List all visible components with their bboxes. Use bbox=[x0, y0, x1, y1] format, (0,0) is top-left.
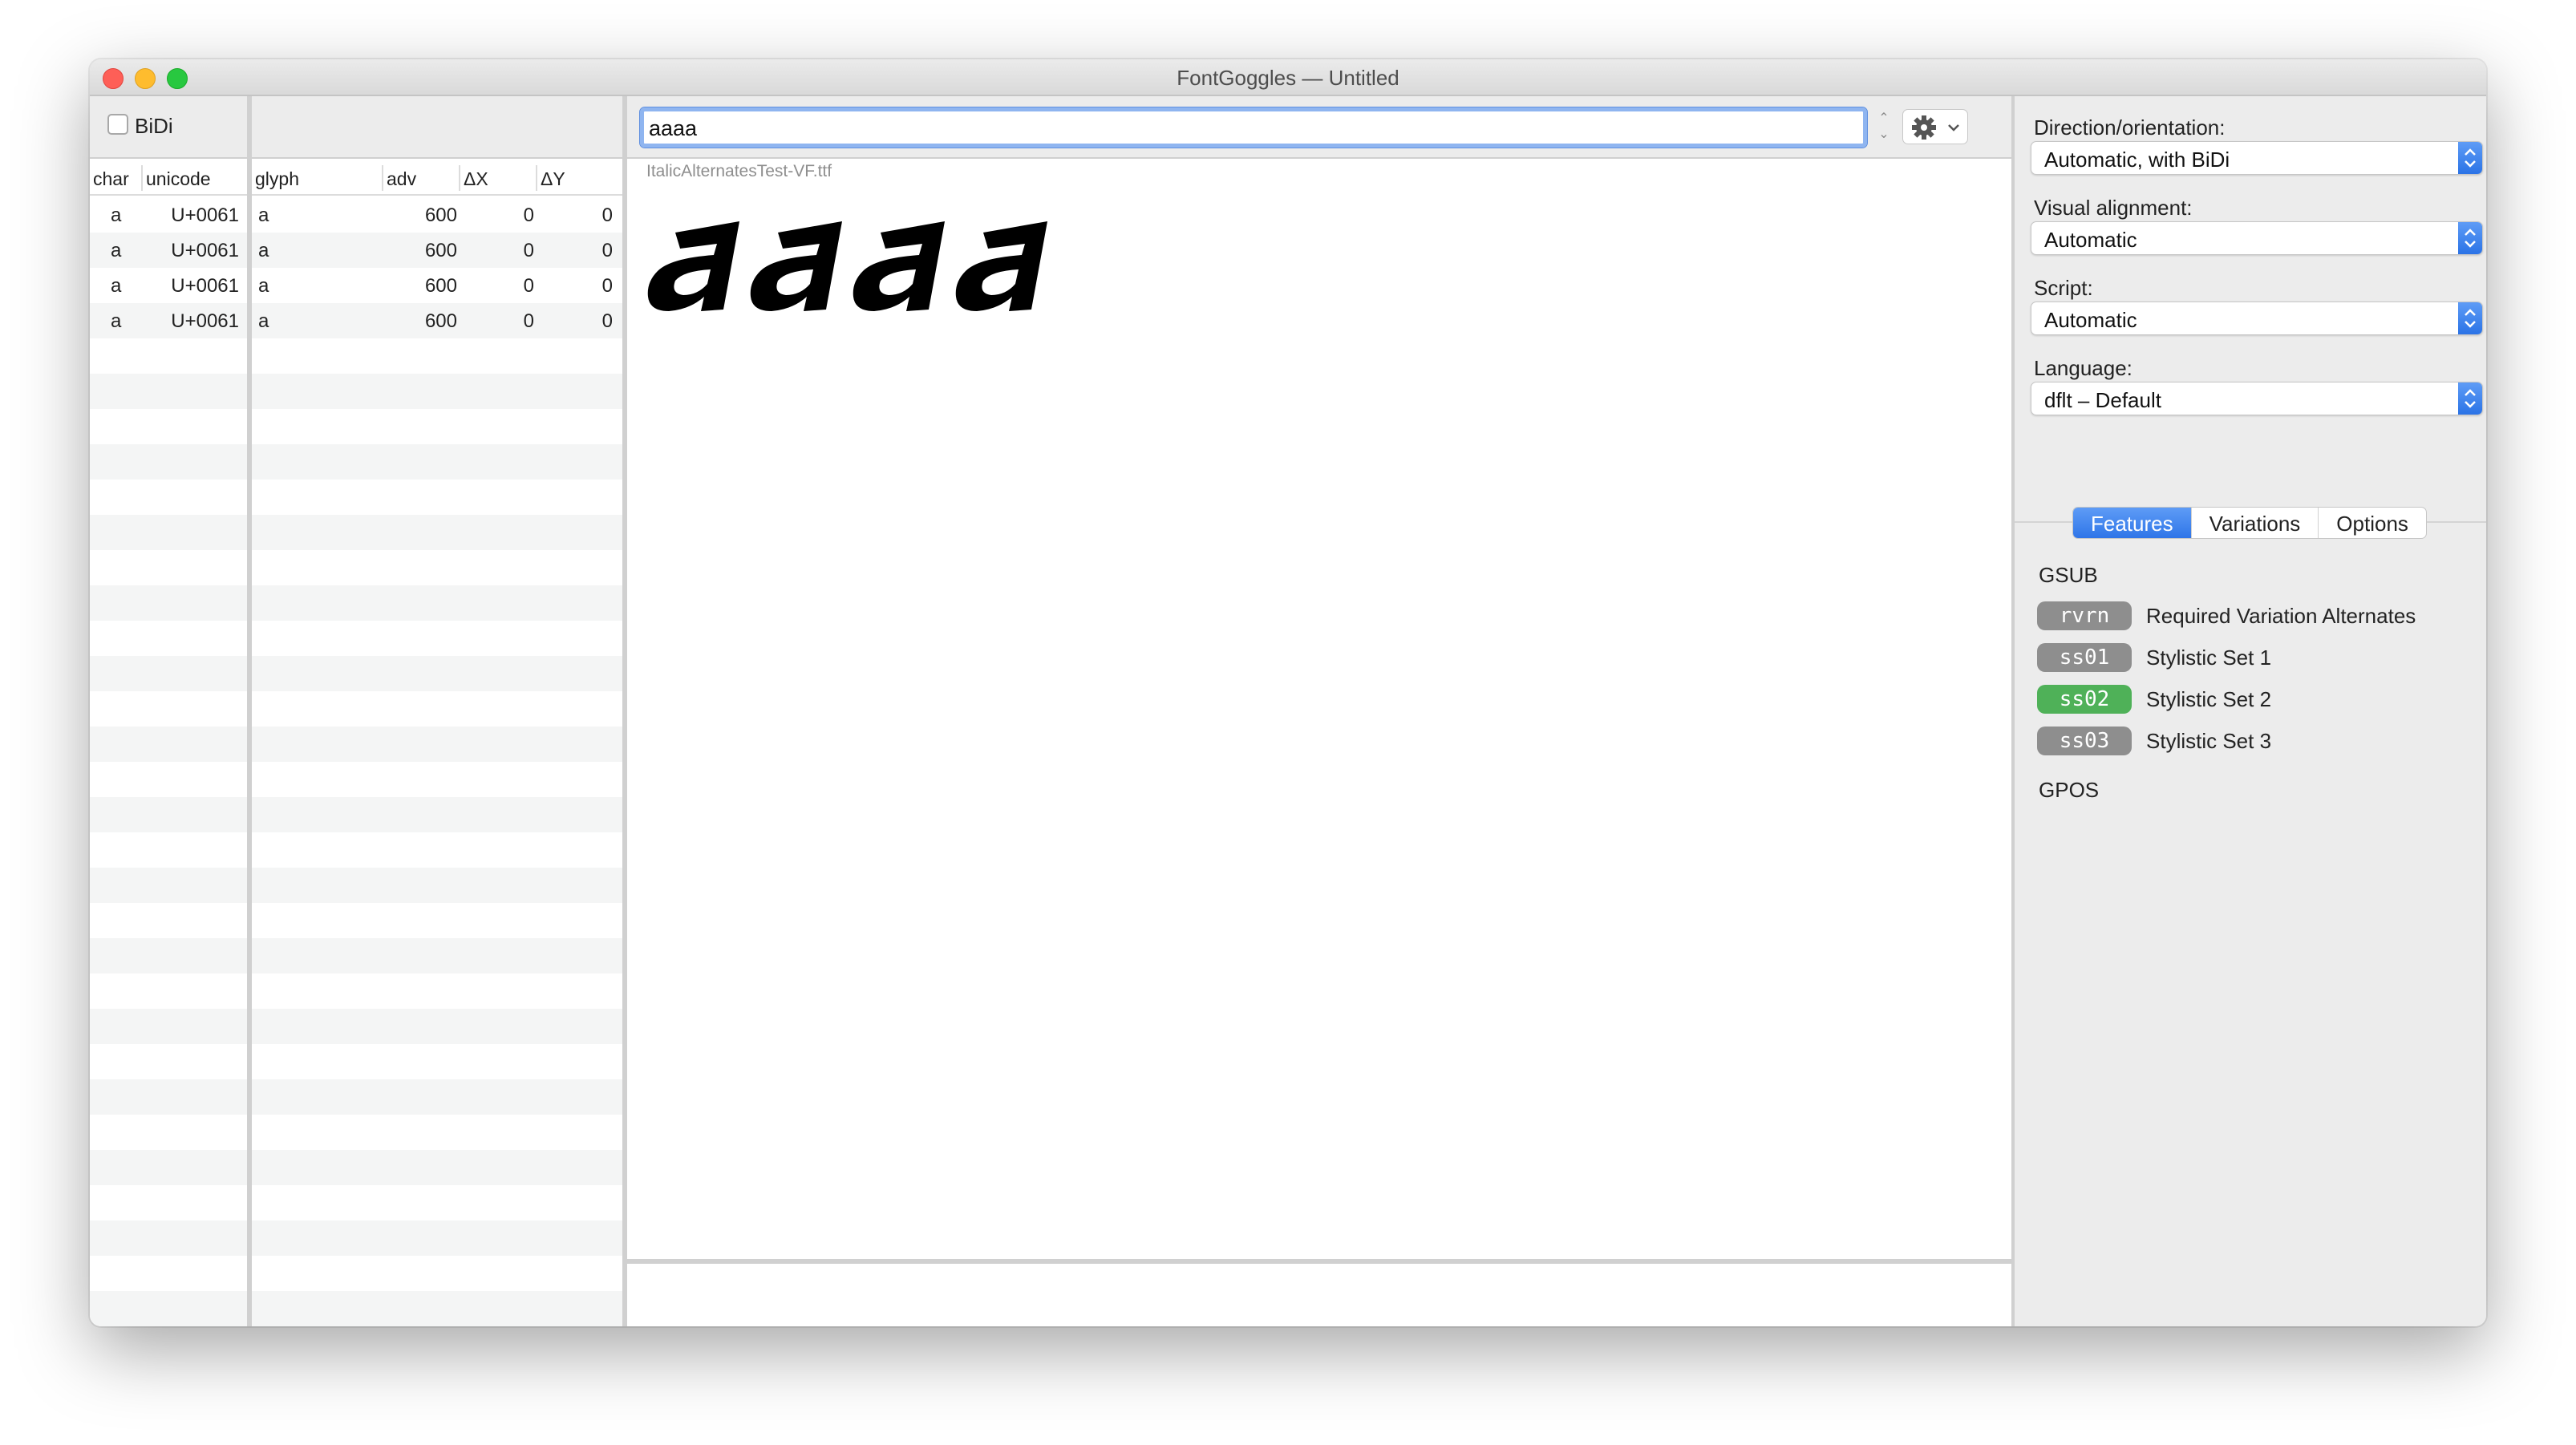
alignment-popup[interactable]: Automatic bbox=[2031, 221, 2483, 255]
direction-label: Direction/orientation: bbox=[2034, 115, 2226, 140]
script-popup[interactable]: Automatic bbox=[2031, 302, 2483, 335]
chevron-updown-icon bbox=[2458, 142, 2482, 174]
gear-icon bbox=[1912, 115, 1959, 140]
glyphs-top-strip bbox=[252, 96, 622, 159]
dx-cell: 0 bbox=[523, 240, 534, 261]
glyph-table-body: a 600 0 0 a 600 0 0 a 600 0 0 a 600 0 0 bbox=[252, 197, 622, 1326]
glyph-cell: a bbox=[258, 310, 269, 332]
glyph-cell: a bbox=[258, 204, 269, 226]
language-label: Language: bbox=[2034, 356, 2132, 380]
dy-cell: 0 bbox=[601, 310, 613, 332]
unicode-cell: U+0061 bbox=[171, 275, 239, 297]
unicode-cell: U+0061 bbox=[171, 240, 239, 261]
chevron-updown-icon bbox=[2458, 222, 2482, 254]
tab-options[interactable]: Options bbox=[2319, 508, 2426, 538]
language-popup[interactable]: dflt – Default bbox=[2031, 382, 2483, 415]
table-row[interactable]: a U+0061 bbox=[90, 233, 247, 268]
feature-name: Required Variation Alternates bbox=[2146, 604, 2416, 628]
settings-pane: Direction/orientation: Automatic, with B… bbox=[2015, 96, 2486, 1326]
table-row[interactable]: a U+0061 bbox=[90, 303, 247, 338]
text-stepper[interactable]: ⌃ ⌄ bbox=[1875, 111, 1893, 144]
tab-bar: Features Variations Options bbox=[2072, 507, 2427, 539]
char-cell: a bbox=[111, 240, 122, 261]
dx-cell: 0 bbox=[523, 310, 534, 332]
table-row[interactable]: a 600 0 0 bbox=[252, 233, 622, 268]
text-input[interactable]: aaaa bbox=[639, 107, 1868, 148]
char-cell: a bbox=[111, 310, 122, 332]
glyph-a-3 bbox=[853, 221, 945, 311]
tab-variations[interactable]: Variations bbox=[2192, 508, 2319, 538]
char-cell: a bbox=[111, 204, 122, 226]
char-table-header: char unicode bbox=[90, 160, 247, 196]
preview-pane: aaaa ⌃ ⌄ ItalicAlternatesTest-VF.ttf bbox=[627, 96, 2011, 1326]
col-glyph[interactable]: glyph bbox=[255, 168, 299, 190]
script-label: Script: bbox=[2034, 276, 2093, 300]
gsub-heading: GSUB bbox=[2039, 563, 2098, 587]
glyph-a-2 bbox=[750, 221, 842, 311]
col-adv[interactable]: adv bbox=[387, 168, 416, 190]
table-row[interactable]: a 600 0 0 bbox=[252, 303, 622, 338]
alignment-label: Visual alignment: bbox=[2034, 196, 2193, 220]
split-view-divider[interactable] bbox=[627, 1259, 2011, 1264]
col-dx[interactable]: ΔX bbox=[464, 168, 488, 190]
window-title: FontGoggles — Untitled bbox=[1177, 66, 1399, 90]
bidi-strip: BiDi bbox=[90, 96, 247, 159]
unicode-cell: U+0061 bbox=[171, 310, 239, 332]
glyph-cell: a bbox=[258, 240, 269, 261]
characters-pane: BiDi char unicode a U+0061 a U+0061 a U+… bbox=[90, 96, 247, 1326]
alignment-value: Automatic bbox=[2044, 228, 2137, 252]
adv-cell: 600 bbox=[424, 204, 457, 226]
char-table-body: a U+0061 a U+0061 a U+0061 a U+0061 bbox=[90, 197, 247, 1326]
char-cell: a bbox=[111, 275, 122, 297]
direction-popup[interactable]: Automatic, with BiDi bbox=[2031, 141, 2483, 175]
feature-tag[interactable]: ss03 bbox=[2037, 727, 2132, 755]
table-row[interactable]: a 600 0 0 bbox=[252, 268, 622, 303]
feature-name: Stylistic Set 1 bbox=[2146, 646, 2272, 670]
table-row[interactable]: a 600 0 0 bbox=[252, 197, 622, 233]
col-unicode[interactable]: unicode bbox=[146, 168, 211, 190]
script-value: Automatic bbox=[2044, 308, 2137, 332]
dx-cell: 0 bbox=[523, 275, 534, 297]
bidi-checkbox[interactable] bbox=[107, 114, 128, 135]
feature-name: Stylistic Set 2 bbox=[2146, 687, 2272, 711]
dy-cell: 0 bbox=[601, 275, 613, 297]
unicode-cell: U+0061 bbox=[171, 204, 239, 226]
feature-tag[interactable]: rvrn bbox=[2037, 601, 2132, 630]
app-window: FontGoggles — Untitled BiDi char unicode… bbox=[90, 59, 2486, 1326]
glyph-a-1 bbox=[647, 221, 739, 311]
table-row[interactable]: a U+0061 bbox=[90, 268, 247, 303]
feature-tag[interactable]: ss02 bbox=[2037, 685, 2132, 714]
table-row[interactable]: a U+0061 bbox=[90, 197, 247, 233]
text-toolbar: aaaa ⌃ ⌄ bbox=[627, 96, 2011, 159]
settings-button[interactable] bbox=[1902, 109, 1968, 144]
dx-cell: 0 bbox=[523, 204, 534, 226]
adv-cell: 600 bbox=[424, 240, 457, 261]
glyph-a-4 bbox=[955, 221, 1047, 311]
chevron-updown-icon bbox=[2458, 302, 2482, 334]
col-dy[interactable]: ΔY bbox=[541, 168, 565, 190]
col-char[interactable]: char bbox=[93, 168, 129, 190]
dy-cell: 0 bbox=[601, 240, 613, 261]
bidi-label: BiDi bbox=[135, 114, 173, 138]
font-file-label: ItalicAlternatesTest-VF.ttf bbox=[646, 162, 832, 180]
tab-features[interactable]: Features bbox=[2073, 508, 2192, 538]
glyphs-pane: glyph adv ΔX ΔY a 600 0 0 a 600 0 0 a 60… bbox=[252, 96, 622, 1326]
dy-cell: 0 bbox=[601, 204, 613, 226]
chevron-updown-icon bbox=[2458, 382, 2482, 415]
adv-cell: 600 bbox=[424, 275, 457, 297]
feature-name: Stylistic Set 3 bbox=[2146, 729, 2272, 753]
glyph-preview bbox=[647, 221, 1047, 311]
title-bar: FontGoggles — Untitled bbox=[90, 59, 2486, 96]
feature-tag[interactable]: ss01 bbox=[2037, 643, 2132, 672]
glyph-table-header: glyph adv ΔX ΔY bbox=[252, 160, 622, 196]
gpos-heading: GPOS bbox=[2039, 778, 2100, 802]
glyph-cell: a bbox=[258, 275, 269, 297]
adv-cell: 600 bbox=[424, 310, 457, 332]
direction-value: Automatic, with BiDi bbox=[2044, 148, 2230, 172]
language-value: dflt – Default bbox=[2044, 388, 2161, 412]
